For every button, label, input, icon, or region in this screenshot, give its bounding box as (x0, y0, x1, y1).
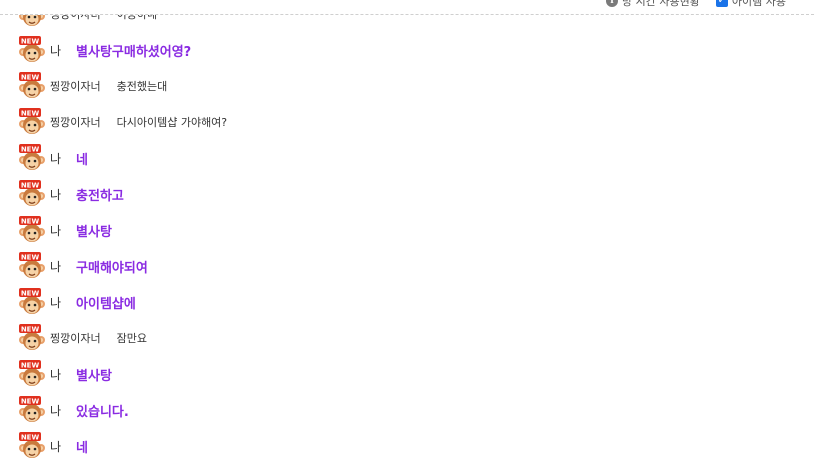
new-badge-monkey-avatar-icon[interactable]: NEW (18, 144, 46, 172)
chat-message-row: NEW 찡깡이자너 충전했는대 (18, 71, 167, 101)
sender-nickname[interactable]: 나 (50, 294, 61, 311)
svg-text:NEW: NEW (21, 433, 40, 441)
new-badge-monkey-avatar-icon[interactable]: NEW (18, 180, 46, 208)
svg-text:NEW: NEW (21, 361, 40, 369)
svg-text:NEW: NEW (21, 253, 40, 261)
chat-message-row: NEW 찡깡이자너 다시아이템샵 가야해여? (18, 107, 227, 137)
message-text: 아이템샵에 (76, 296, 136, 312)
toolbar-setting-label-2[interactable]: 아이템 사용 (732, 0, 786, 9)
message-text: 별사탕구매하셨어영? (76, 44, 192, 60)
sender-nickname[interactable]: 나 (50, 42, 61, 59)
svg-text:NEW: NEW (21, 181, 40, 189)
chat-toolbar: i 방 시간 사용현황 ✓ 아이템 사용 (0, 0, 814, 15)
message-text: 충전했는대 (116, 80, 168, 93)
sender-nickname[interactable]: 나 (50, 366, 61, 383)
chat-message-row: NEW 나 별사탕구매하셨어영? (18, 35, 191, 65)
message-text: 있습니다. (76, 404, 129, 420)
svg-text:NEW: NEW (21, 145, 40, 153)
svg-text:NEW: NEW (21, 217, 40, 225)
message-text: 구매해야되여 (76, 260, 148, 276)
message-text: 별사탕 (76, 368, 112, 384)
toolbar-settings: i 방 시간 사용현황 ✓ 아이템 사용 (606, 0, 786, 9)
message-text: 충전하고 (76, 188, 124, 204)
message-text: 네 (76, 440, 89, 456)
message-text: 별사탕 (76, 224, 112, 240)
chat-message-row: NEW 나 별사탕 (18, 215, 112, 245)
chat-message-row: NEW 나 아이템샵에 (18, 287, 136, 317)
svg-text:NEW: NEW (21, 73, 40, 81)
svg-text:NEW: NEW (21, 37, 40, 45)
message-text: 잠만요 (116, 332, 147, 345)
new-badge-monkey-avatar-icon[interactable]: NEW (18, 36, 46, 64)
toolbar-setting-label-1[interactable]: 방 시간 사용현황 (622, 0, 700, 9)
chat-message-row: NEW 찡깡이자너 잠만요 (18, 323, 147, 353)
sender-nickname[interactable]: 나 (50, 222, 61, 239)
new-badge-monkey-avatar-icon[interactable]: NEW (18, 360, 46, 388)
chat-message-row: NEW 나네 (18, 143, 88, 173)
svg-text:NEW: NEW (21, 289, 40, 297)
sender-nickname[interactable]: 나 (50, 186, 61, 203)
checkbox-checked-icon[interactable]: ✓ (715, 0, 728, 7)
new-badge-monkey-avatar-icon[interactable]: NEW (18, 252, 46, 280)
sender-nickname[interactable]: 찡깡이자너 (50, 114, 101, 130)
chat-message-row: NEW 나 별사탕 (18, 359, 112, 389)
chat-window: i 방 시간 사용현황 ✓ 아이템 사용 NEW 찡깡이자너이용하네 NEW 나… (0, 0, 814, 467)
new-badge-monkey-avatar-icon[interactable]: NEW (18, 72, 46, 100)
sender-nickname[interactable]: 나 (50, 150, 61, 167)
new-badge-monkey-avatar-icon[interactable]: NEW (18, 288, 46, 316)
message-text: 다시아이템샵 가야해여? (116, 116, 228, 129)
message-text: 네 (76, 152, 89, 168)
sender-nickname[interactable]: 나 (50, 258, 61, 275)
sender-nickname[interactable]: 나 (50, 402, 61, 419)
new-badge-monkey-avatar-icon[interactable]: NEW (18, 108, 46, 136)
svg-text:NEW: NEW (21, 325, 40, 333)
chat-message-row: NEW 나네 (18, 431, 88, 461)
sender-nickname[interactable]: 찡깡이자너 (50, 78, 101, 94)
svg-text:NEW: NEW (21, 109, 40, 117)
sender-nickname[interactable]: 찡깡이자너 (50, 330, 101, 346)
chat-message-row: NEW 나 구매해야되여 (18, 251, 148, 281)
sender-nickname[interactable]: 나 (50, 438, 61, 455)
new-badge-monkey-avatar-icon[interactable]: NEW (18, 216, 46, 244)
new-badge-monkey-avatar-icon[interactable]: NEW (18, 432, 46, 460)
new-badge-monkey-avatar-icon[interactable]: NEW (18, 396, 46, 424)
info-icon[interactable]: i (606, 0, 618, 7)
svg-text:NEW: NEW (21, 397, 40, 405)
new-badge-monkey-avatar-icon[interactable]: NEW (18, 324, 46, 352)
chat-message-row: NEW 나 충전하고 (18, 179, 124, 209)
chat-message-row: NEW 나 있습니다. (18, 395, 129, 425)
